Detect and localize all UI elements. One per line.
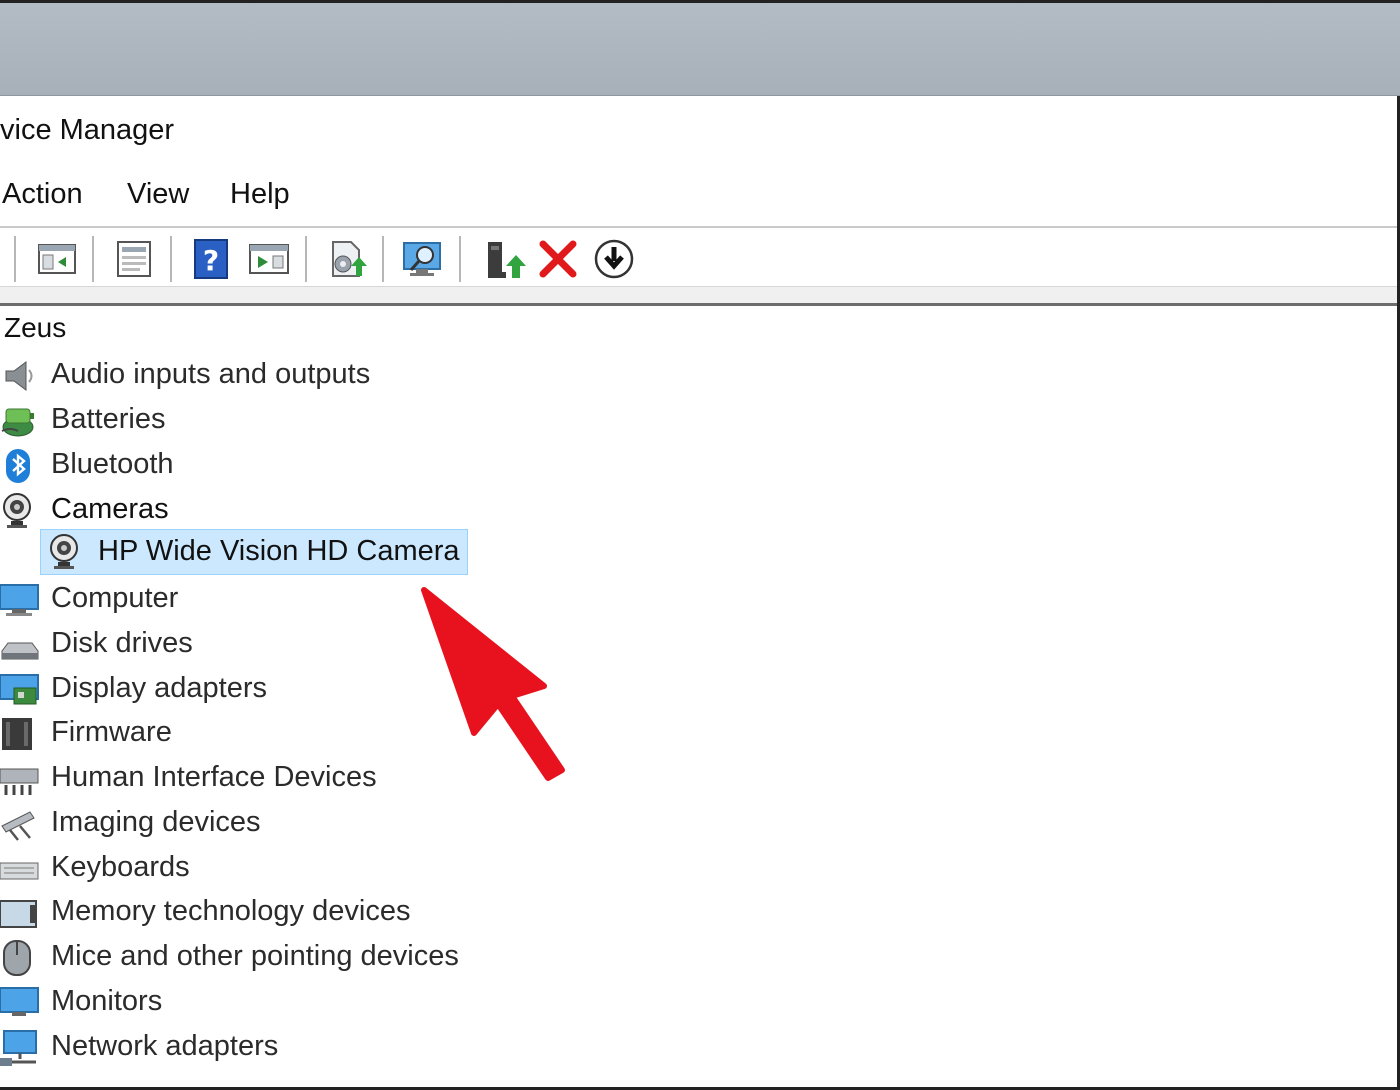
mouse-icon [0,938,40,978]
tree-item-hp-camera[interactable]: HP Wide Vision HD Camera [40,529,468,575]
tree-item-label: Network adapters [51,1030,279,1062]
imaging-icon [0,804,40,844]
tree-item-label: Cameras [51,493,169,525]
display-adapter-icon [0,670,40,710]
menu-action[interactable]: Action [2,178,83,211]
tree-item-label: Batteries [51,403,166,435]
toolbar-divider [0,286,1400,306]
firmware-icon [0,714,40,754]
bluetooth-icon [0,446,40,486]
tree-item-label: Audio inputs and outputs [51,358,371,390]
monitor-icon [0,983,40,1023]
tree-item-label: Mice and other pointing devices [51,940,459,972]
keyboard-icon [0,849,40,889]
tree-item-monitors[interactable]: Monitors [0,981,600,1025]
camera-icon [47,532,87,572]
help-icon[interactable]: ? [188,236,234,282]
svg-text:?: ? [203,244,219,277]
tree-item-label: Computer [51,582,179,614]
tree-item-firmware[interactable]: Firmware [0,712,600,756]
toolbar-separator [382,236,384,282]
hid-icon [0,759,40,799]
tree-item-mice[interactable]: Mice and other pointing devices [0,936,600,980]
enable-device-icon[interactable] [480,236,526,282]
menu-help[interactable]: Help [230,178,290,211]
refresh-view-icon[interactable] [111,236,157,282]
battery-icon [0,401,40,441]
window-title: vice Manager [0,114,175,146]
toolbar-separator [92,236,94,282]
tree-item-label: Firmware [51,716,172,748]
menu-view[interactable]: View [127,178,189,211]
tree-item-label: Monitors [51,985,163,1017]
tree-item-network[interactable]: Network adapters [0,1026,600,1070]
properties-icon[interactable] [34,236,80,282]
tree-item-memory[interactable]: Memory technology devices [0,891,600,935]
tree-item-label: HP Wide Vision HD Camera [98,535,460,567]
toolbar-separator [14,236,16,282]
tree-item-imaging[interactable]: Imaging devices [0,802,600,846]
tree-item-keyboards[interactable]: Keyboards [0,847,600,891]
tree-item-label: Human Interface Devices [51,761,377,793]
tree-item-disk-drives[interactable]: Disk drives [0,623,600,667]
memory-icon [0,893,40,933]
tree-item-label: Imaging devices [51,806,261,838]
tree-item-computer[interactable]: Computer [0,578,600,622]
download-icon[interactable] [591,236,637,282]
toolbar-separator [305,236,307,282]
computer-icon [0,580,40,620]
network-icon [0,1028,40,1068]
uninstall-device-icon[interactable] [535,236,581,282]
device-tree[interactable]: Zeus Audio inputs and outputs Batteries … [0,306,1400,1090]
speaker-icon [0,356,40,396]
camera-icon [0,491,40,531]
tree-item-label: Disk drives [51,627,193,659]
tree-item-bluetooth[interactable]: Bluetooth [0,444,600,488]
disk-drive-icon [0,625,40,665]
window-caption-strip [0,0,1400,96]
scan-hardware-icon[interactable] [400,236,446,282]
tree-item-label: Keyboards [51,851,190,883]
update-driver-icon[interactable] [323,236,369,282]
tree-item-label: Display adapters [51,672,267,704]
tree-root-computer[interactable]: Zeus [4,312,66,344]
tree-item-display-adapters[interactable]: Display adapters [0,668,600,712]
toolbar-separator [459,236,461,282]
toolbar-separator [170,236,172,282]
run-icon[interactable] [246,236,292,282]
tree-item-hid[interactable]: Human Interface Devices [0,757,600,801]
tree-item-cameras[interactable]: Cameras [0,489,600,533]
tree-item-label: Bluetooth [51,448,174,480]
tree-item-label: Memory technology devices [51,895,411,927]
tree-item-audio[interactable]: Audio inputs and outputs [0,354,600,398]
tree-item-batteries[interactable]: Batteries [0,399,600,443]
